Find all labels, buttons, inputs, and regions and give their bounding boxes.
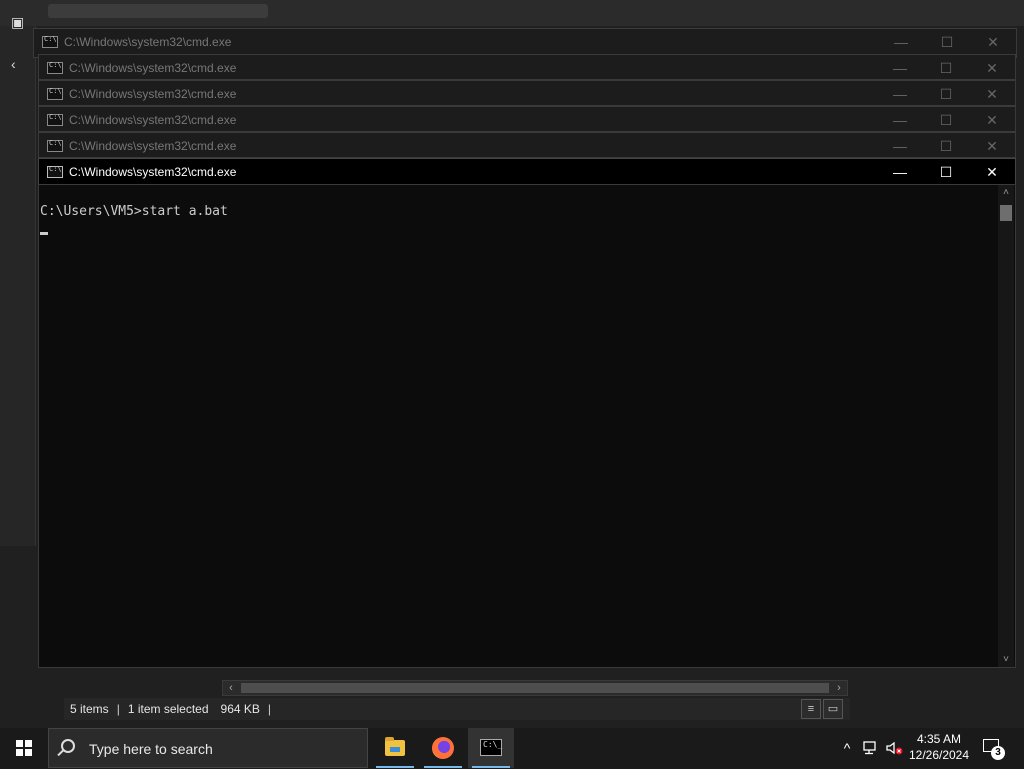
cmd-taskbar-button[interactable]: C:\_ bbox=[468, 728, 514, 768]
maximize-button[interactable]: ☐ bbox=[923, 81, 969, 107]
desktop: ▣ ‹ ‹ › 5 items | 1 item selected 964 KB… bbox=[0, 0, 1024, 728]
cmd-icon bbox=[42, 35, 58, 48]
chevron-up-icon: ^ bbox=[843, 740, 851, 756]
maximize-button[interactable]: ☐ bbox=[924, 29, 970, 55]
taskbar-clock[interactable]: 4:35 AM 12/26/2024 bbox=[904, 731, 974, 763]
status-size: 964 KB bbox=[220, 702, 260, 716]
scroll-left-icon[interactable]: ‹ bbox=[223, 681, 239, 695]
clock-time: 4:35 AM bbox=[916, 732, 962, 746]
cmd-icon bbox=[47, 165, 63, 178]
minimize-button[interactable]: — bbox=[877, 133, 923, 159]
taskbar-search-box[interactable]: Type here to search bbox=[48, 728, 368, 768]
close-button[interactable]: ✕ bbox=[970, 29, 1016, 55]
minimize-button[interactable]: — bbox=[878, 29, 924, 55]
console-line: C:\Users\VM5>start a.bat bbox=[40, 204, 228, 219]
explorer-status-bar: 5 items | 1 item selected 964 KB | bbox=[64, 698, 850, 720]
notification-count-badge: 3 bbox=[991, 746, 1005, 760]
maximize-button[interactable]: ☐ bbox=[923, 159, 969, 185]
window-title: C:\Windows\system32\cmd.exe bbox=[64, 35, 232, 49]
minimize-button[interactable]: — bbox=[877, 159, 923, 185]
close-button[interactable]: ✕ bbox=[969, 55, 1015, 81]
scrollbar-thumb[interactable] bbox=[1000, 205, 1012, 221]
file-explorer-taskbar-button[interactable] bbox=[372, 728, 418, 768]
scroll-down-icon[interactable]: ˅ bbox=[998, 654, 1014, 665]
cmd-icon bbox=[47, 87, 63, 100]
minimize-button[interactable]: — bbox=[877, 55, 923, 81]
cmd-titlebar[interactable]: C:\Windows\system32\cmd.exe — ☐ ✕ bbox=[39, 107, 1015, 133]
close-button[interactable]: ✕ bbox=[969, 81, 1015, 107]
action-center-button[interactable]: 3 bbox=[980, 736, 1006, 760]
window-title: C:\Windows\system32\cmd.exe bbox=[69, 113, 237, 127]
cmd-icon bbox=[47, 113, 63, 126]
window-title: C:\Windows\system32\cmd.exe bbox=[69, 139, 237, 153]
minimize-button[interactable]: — bbox=[877, 107, 923, 133]
status-separator: | bbox=[267, 702, 272, 716]
cmd-window-2[interactable]: C:\Windows\system32\cmd.exe — ☐ ✕ bbox=[38, 54, 1016, 80]
close-button[interactable]: ✕ bbox=[969, 107, 1015, 133]
cmd-titlebar-active[interactable]: C:\Windows\system32\cmd.exe — ☐ ✕ bbox=[39, 159, 1015, 185]
cmd-window-5[interactable]: C:\Windows\system32\cmd.exe — ☐ ✕ bbox=[38, 132, 1016, 158]
firefox-taskbar-button[interactable] bbox=[420, 728, 466, 768]
command-prompt-icon: C:\_ bbox=[480, 739, 502, 756]
cmd-icon bbox=[47, 139, 63, 152]
cmd-titlebar[interactable]: C:\Windows\system32\cmd.exe — ☐ ✕ bbox=[39, 55, 1015, 81]
search-placeholder: Type here to search bbox=[89, 741, 213, 757]
maximize-button[interactable]: ☐ bbox=[923, 55, 969, 81]
details-view-button[interactable]: ≡ bbox=[801, 699, 821, 719]
folder-icon[interactable]: ▣ bbox=[11, 14, 24, 31]
scroll-up-icon[interactable]: ˄ bbox=[998, 187, 1014, 198]
cmd-titlebar[interactable]: C:\Windows\system32\cmd.exe — ☐ ✕ bbox=[39, 133, 1015, 159]
cmd-titlebar[interactable]: C:\Windows\system32\cmd.exe — ☐ ✕ bbox=[34, 29, 1016, 55]
scroll-right-icon[interactable]: › bbox=[831, 681, 847, 695]
explorer-titlebar bbox=[0, 0, 1024, 26]
chevron-left-icon[interactable]: ‹ bbox=[11, 56, 16, 72]
minimize-button[interactable]: — bbox=[877, 81, 923, 107]
windows-logo-icon bbox=[16, 740, 32, 756]
start-button[interactable] bbox=[0, 728, 48, 768]
window-title: C:\Windows\system32\cmd.exe bbox=[69, 165, 237, 179]
network-icon[interactable] bbox=[860, 728, 882, 768]
explorer-horizontal-scrollbar[interactable]: ‹ › bbox=[222, 680, 848, 696]
close-button[interactable]: ✕ bbox=[969, 159, 1015, 185]
file-explorer-icon bbox=[385, 737, 405, 756]
search-icon bbox=[61, 739, 75, 753]
explorer-nav-pane: ▣ ‹ bbox=[0, 14, 36, 546]
text-cursor bbox=[40, 232, 48, 235]
taskbar: Type here to search C:\_ ^ 4:35 AM 12/26… bbox=[0, 728, 1024, 768]
console-area[interactable]: C:\Users\VM5>start a.bat ˄ ˅ bbox=[38, 184, 1016, 668]
volume-muted-icon[interactable] bbox=[884, 728, 906, 768]
status-item-count: 5 items bbox=[70, 702, 109, 716]
cmd-icon bbox=[47, 61, 63, 74]
cmd-window-3[interactable]: C:\Windows\system32\cmd.exe — ☐ ✕ bbox=[38, 80, 1016, 106]
explorer-address-bar[interactable] bbox=[48, 4, 268, 18]
window-title: C:\Windows\system32\cmd.exe bbox=[69, 87, 237, 101]
large-icons-view-button[interactable]: ▭ bbox=[823, 699, 843, 719]
maximize-button[interactable]: ☐ bbox=[923, 107, 969, 133]
window-title: C:\Windows\system32\cmd.exe bbox=[69, 61, 237, 75]
close-button[interactable]: ✕ bbox=[969, 133, 1015, 159]
maximize-button[interactable]: ☐ bbox=[923, 133, 969, 159]
cmd-window-4[interactable]: C:\Windows\system32\cmd.exe — ☐ ✕ bbox=[38, 106, 1016, 132]
clock-date: 12/26/2024 bbox=[908, 748, 970, 762]
console-vertical-scrollbar[interactable]: ˄ ˅ bbox=[998, 185, 1014, 667]
firefox-icon bbox=[432, 737, 454, 759]
show-hidden-icons-button[interactable]: ^ bbox=[838, 728, 856, 768]
status-separator: | bbox=[116, 702, 120, 716]
scrollbar-thumb[interactable] bbox=[241, 683, 829, 693]
status-selection: 1 item selected bbox=[127, 702, 209, 716]
cmd-titlebar[interactable]: C:\Windows\system32\cmd.exe — ☐ ✕ bbox=[39, 81, 1015, 107]
